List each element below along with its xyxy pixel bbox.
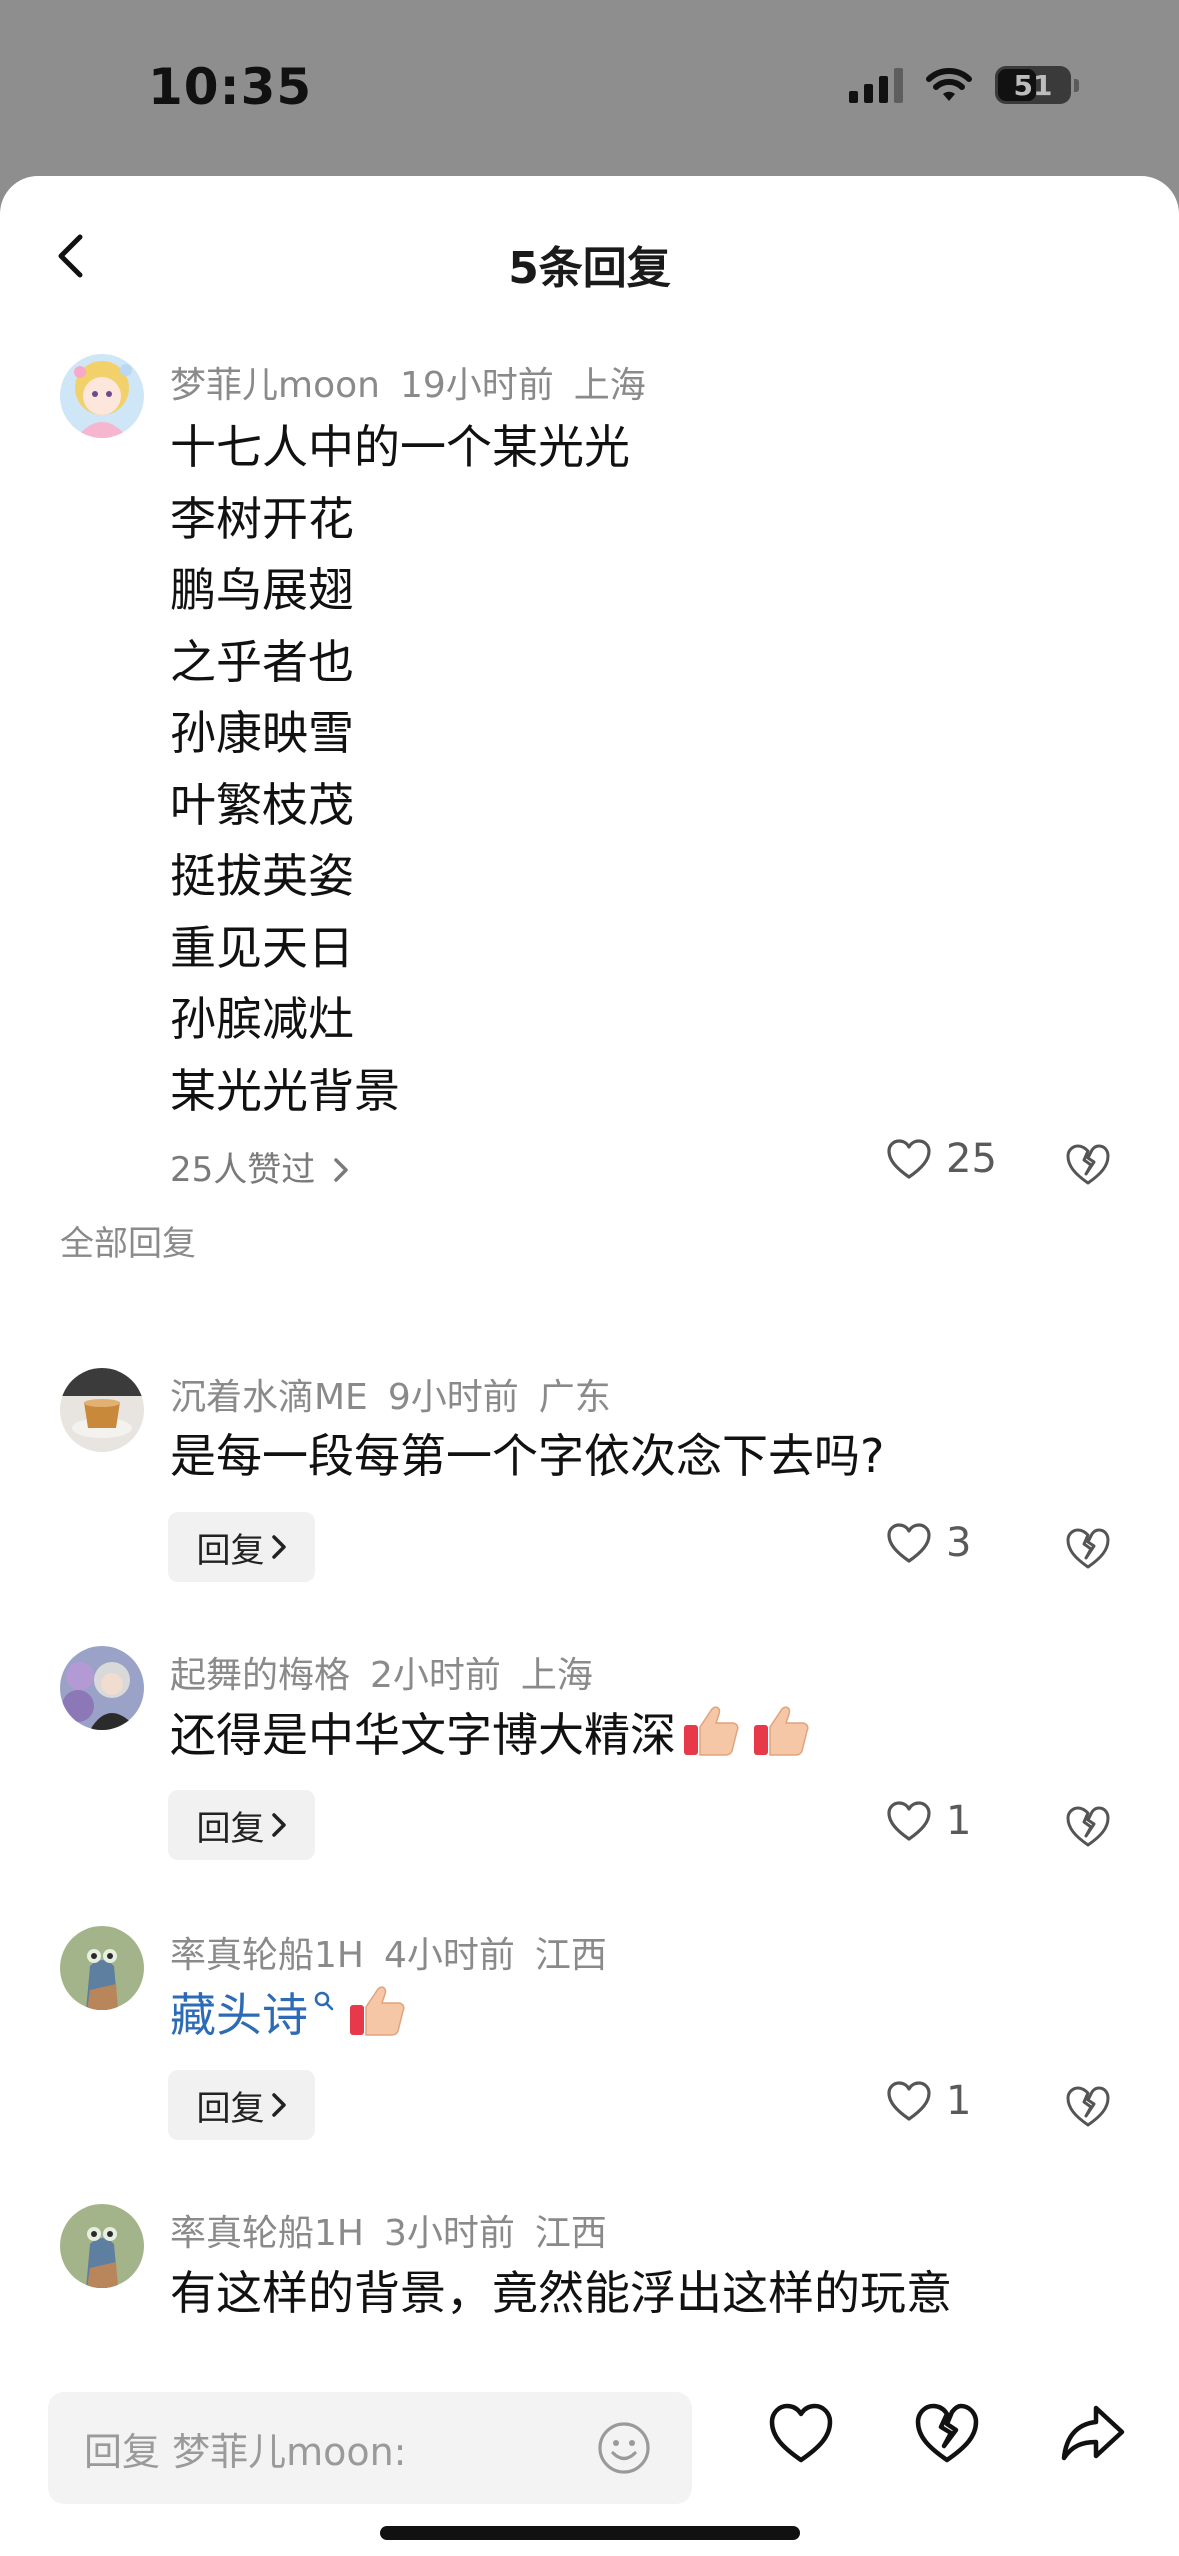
comment-body: 十七人中的一个某光光 李树开花 鹏鸟展翅 之乎者也 孙康映雪 叶繁枝茂 挺拔英姿…	[170, 412, 630, 1127]
share-icon[interactable]	[1060, 2400, 1126, 2466]
comment-line: 某光光背景	[170, 1063, 400, 1118]
liked-by-link[interactable]: 25人赞过	[170, 1142, 350, 1191]
reply-input-placeholder: 回复 梦菲儿moon:	[84, 2429, 407, 2474]
like-count: 3	[946, 1520, 972, 1566]
reply-location: 江西	[534, 1935, 607, 1976]
replies-sheet: 5条回复 梦菲儿moon 19小时前 上海 十七人中的一个某光光 李树开花 鹏鸟展翅…	[0, 176, 1179, 2556]
reply-meta: 率真轮船1H 3小时前 江西	[170, 2204, 627, 2256]
status-bar: 10:35 51	[0, 0, 1179, 176]
broken-heart-icon[interactable]	[1064, 1140, 1112, 1188]
reply-button[interactable]: 回复	[168, 1790, 315, 1860]
comment-line: 重见天日	[170, 920, 354, 975]
reply-button[interactable]: 回复	[168, 2070, 315, 2140]
username[interactable]: 沉着水滴ME	[170, 1377, 368, 1418]
heart-icon	[887, 2081, 931, 2121]
chevron-right-icon	[334, 1158, 348, 1182]
thumbs-up-icon	[754, 1706, 809, 1756]
broken-heart-icon[interactable]	[1064, 2082, 1112, 2130]
username[interactable]: 率真轮船1H	[170, 2213, 364, 2254]
reply-location: 江西	[534, 2213, 607, 2254]
battery-level: 51	[1013, 68, 1053, 102]
reply-text-row: 藏头诗	[170, 1980, 406, 2052]
reply-button-label: 回复	[196, 2088, 265, 2129]
comment-line: 李树开花	[170, 491, 354, 546]
reply-time: 9小时前	[387, 1377, 519, 1418]
reply-button-label: 回复	[196, 1530, 265, 1571]
avatar[interactable]	[60, 354, 144, 438]
reply-input[interactable]: 回复 梦菲儿moon:	[48, 2392, 692, 2504]
comment-line: 鹏鸟展翅	[170, 563, 354, 617]
like-count: 1	[946, 1798, 972, 1844]
liked-by-label: 25人赞过	[170, 1150, 316, 1190]
like-button[interactable]: 1	[886, 1798, 971, 1844]
username[interactable]: 率真轮船1H	[170, 1935, 364, 1976]
like-button[interactable]: 25	[886, 1136, 997, 1182]
username[interactable]: 起舞的梅格	[170, 1655, 350, 1696]
status-time: 10:35	[148, 58, 313, 116]
comment-meta: 梦菲儿moon 19小时前 上海	[170, 356, 666, 408]
broken-heart-icon[interactable]	[1064, 1802, 1112, 1850]
broken-heart-icon[interactable]	[914, 2400, 980, 2466]
emoji-icon[interactable]	[596, 2420, 652, 2476]
avatar[interactable]	[60, 2204, 144, 2288]
heart-icon	[887, 1139, 931, 1179]
reply-text: 有这样的背景，竟然能浮出这样的玩意	[170, 2266, 952, 2320]
reply-text: 是每一段每第一个字依次念下去吗?	[170, 1429, 885, 1483]
reply-meta: 率真轮船1H 4小时前 江西	[170, 1926, 627, 1978]
cellular-signal-icon	[849, 67, 903, 103]
section-label: 全部回复	[60, 1224, 196, 1264]
heart-icon[interactable]	[768, 2400, 834, 2466]
heart-icon	[887, 1801, 931, 1841]
avatar[interactable]	[60, 1368, 144, 1452]
reply-text: 还得是中华文字博大精深	[170, 1708, 676, 1762]
avatar[interactable]	[60, 1646, 144, 1730]
like-button[interactable]: 3	[886, 1520, 971, 1566]
avatar[interactable]	[60, 1926, 144, 2010]
status-icons: 51	[849, 66, 1079, 104]
comment-line: 十七人中的一个某光光	[170, 420, 630, 474]
battery-icon: 51	[995, 66, 1071, 104]
reply-time: 3小时前	[383, 2213, 515, 2254]
wifi-icon	[926, 68, 972, 101]
reply-meta: 起舞的梅格 2小时前 上海	[170, 1646, 613, 1698]
home-indicator	[380, 2526, 800, 2540]
reply-location: 上海	[520, 1655, 593, 1696]
reply-text-row: 还得是中华文字博大精深	[170, 1700, 810, 1772]
heart-icon	[887, 1523, 931, 1563]
chevron-right-icon	[271, 1813, 286, 1837]
comment-line: 叶繁枝茂	[170, 777, 354, 832]
username[interactable]: 梦菲儿moon	[170, 365, 380, 406]
search-icon	[314, 1991, 334, 2011]
sheet-header: 5条回复	[0, 176, 1179, 346]
reply-meta: 沉着水滴ME 9小时前 广东	[170, 1368, 631, 1420]
like-count: 1	[946, 2078, 972, 2124]
reply-location: 广东	[538, 1377, 611, 1418]
reply-time: 2小时前	[370, 1655, 501, 1696]
comment-line: 之乎者也	[170, 634, 354, 689]
chevron-right-icon	[271, 1535, 286, 1559]
comment-line: 孙膑减灶	[170, 992, 354, 1046]
comment-location: 上海	[573, 365, 646, 406]
comment-line: 孙康映雪	[170, 706, 354, 760]
thumbs-up-icon	[350, 1986, 405, 2036]
reply-time: 4小时前	[383, 1935, 515, 1976]
like-button[interactable]: 1	[886, 2078, 971, 2124]
chevron-right-icon	[271, 2093, 286, 2117]
like-count: 25	[946, 1136, 997, 1182]
hashtag-link[interactable]: 藏头诗	[170, 1988, 308, 2042]
reply-button-label: 回复	[196, 1808, 265, 1849]
bottom-bar: 回复 梦菲儿moon:	[0, 2366, 1179, 2556]
comment-time: 19小时前	[399, 365, 554, 406]
thumbs-up-icon	[684, 1706, 739, 1756]
reply-button[interactable]: 回复	[168, 1512, 315, 1582]
comment-line: 挺拔英姿	[170, 849, 354, 903]
page-title: 5条回复	[508, 243, 671, 294]
broken-heart-icon[interactable]	[1064, 1524, 1112, 1572]
